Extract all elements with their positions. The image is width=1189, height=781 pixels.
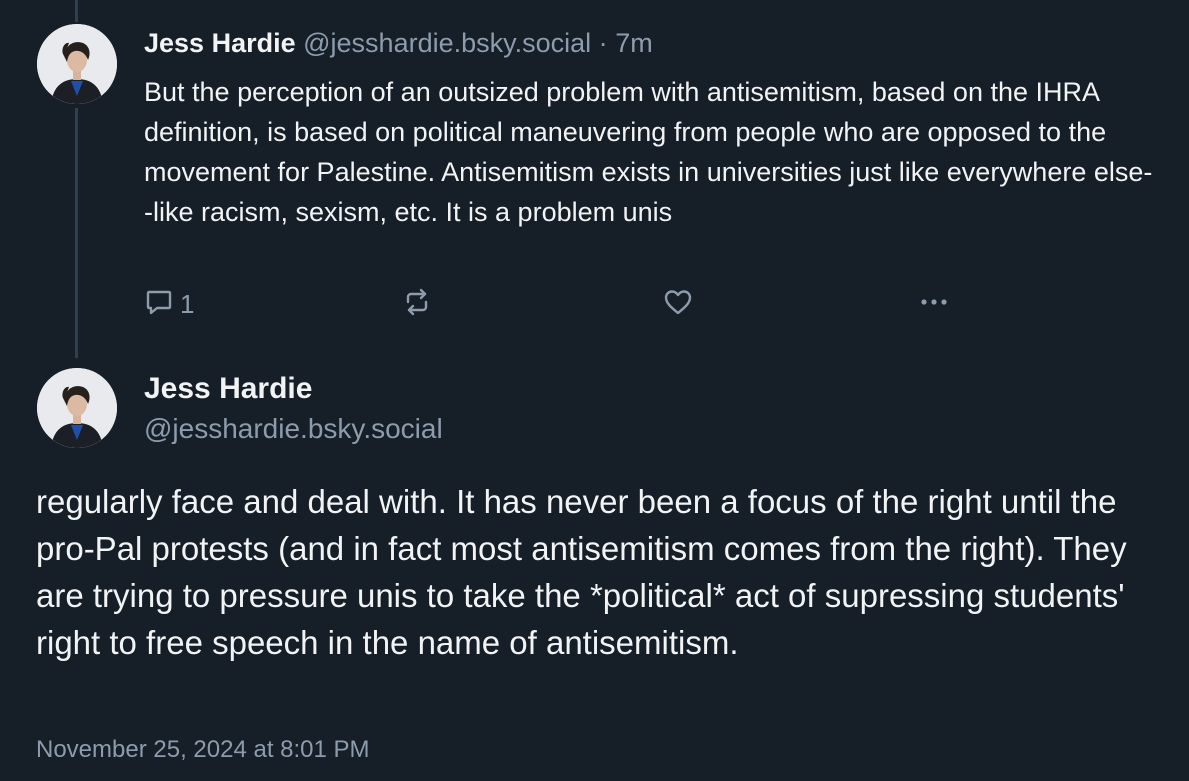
author-handle[interactable]: @jesshardie.bsky.social (303, 28, 591, 58)
reply-button[interactable]: 1 (144, 284, 194, 324)
more-options-button[interactable] (918, 284, 958, 324)
avatar[interactable] (37, 24, 117, 104)
post-text: regularly face and deal with. It has nev… (36, 483, 1127, 661)
reply-icon (144, 287, 174, 322)
author-handle[interactable]: @jesshardie.bsky.social (144, 411, 443, 447)
repost-button[interactable] (400, 284, 434, 324)
post-text: But the perception of an outsized proble… (144, 77, 1153, 227)
avatar-image (37, 24, 117, 104)
post-time[interactable]: 7m (615, 28, 653, 58)
thread-line-top (75, 0, 78, 22)
post-header: Jess Hardie @jesshardie.bsky.social · 7m (144, 26, 653, 60)
author-name[interactable]: Jess Hardie (144, 370, 312, 408)
like-button[interactable] (662, 284, 694, 324)
heart-icon (662, 286, 694, 323)
reply-count: 1 (180, 288, 195, 319)
repost-icon (400, 285, 434, 324)
thread-line (75, 108, 78, 358)
author-name[interactable]: Jess Hardie (144, 28, 296, 58)
more-options-icon (918, 287, 958, 322)
avatar-image (37, 368, 117, 448)
avatar[interactable] (37, 368, 117, 448)
post-timestamp: November 25, 2024 at 8:01 PM (36, 736, 370, 763)
separator-dot: · (598, 28, 608, 58)
